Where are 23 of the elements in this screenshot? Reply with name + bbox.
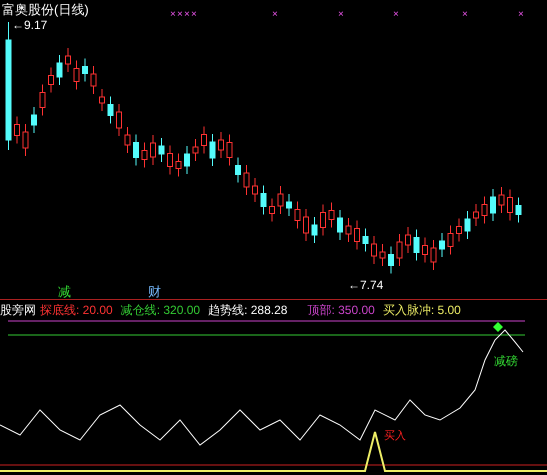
signal-mark: ×	[393, 10, 399, 20]
signal-label: 减	[58, 283, 71, 301]
low-price-label: ←7.74	[348, 277, 384, 294]
indicator-annotation: 减磅	[494, 353, 518, 370]
signal-label: 财	[148, 283, 161, 301]
chart-title: 富奥股份(日线)	[2, 1, 89, 19]
signal-mark: ×	[462, 10, 468, 20]
diamond-marker-icon	[493, 322, 503, 332]
indicator-value: 探底线: 20.00	[40, 302, 113, 319]
signal-mark: ×	[170, 10, 176, 20]
indicator-name: 股旁网	[0, 302, 36, 319]
signal-mark: ×	[518, 10, 524, 20]
indicator-annotation: 买入	[384, 429, 406, 444]
signal-mark: ×	[191, 10, 197, 20]
indicator-value: 趋势线: 288.28	[208, 302, 288, 319]
signal-mark: ×	[177, 10, 183, 20]
signal-mark: ×	[338, 10, 344, 20]
signal-mark: ×	[272, 10, 278, 20]
indicator-value: 减仓线: 320.00	[120, 302, 200, 319]
indicator-value: 买入脉冲: 5.00	[382, 302, 461, 319]
high-price-label: ←9.17	[12, 17, 48, 34]
indicator-value: 顶部: 350.00	[307, 302, 375, 319]
signal-mark: ×	[184, 10, 190, 20]
